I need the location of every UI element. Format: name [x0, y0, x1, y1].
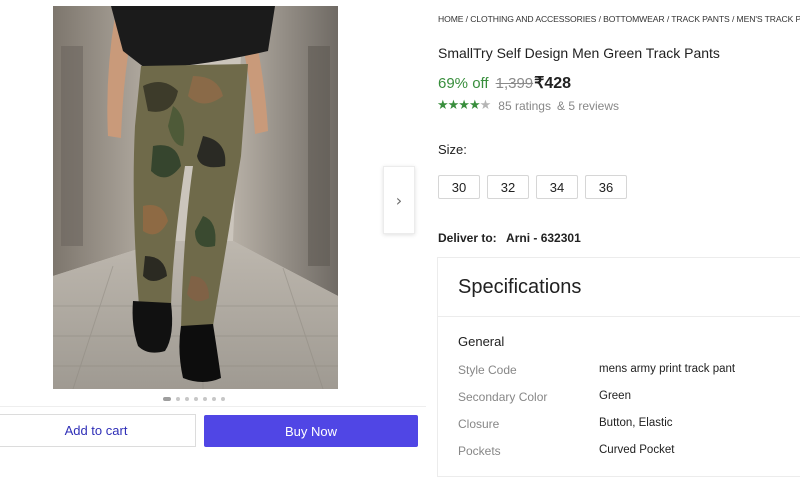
chevron-right-icon: ›	[395, 190, 403, 210]
rating-summary[interactable]: ★★★★★ 85 ratings & 5 reviews	[437, 98, 619, 113]
specifications-panel: Specifications General Style Code mens a…	[437, 257, 800, 477]
pagination-dot[interactable]	[212, 397, 216, 401]
deliver-to-label: Deliver to:	[438, 231, 497, 245]
spec-key: Closure	[458, 417, 500, 431]
size-option-34[interactable]: 34	[536, 175, 578, 199]
product-photo-illustration	[53, 6, 338, 389]
size-label: Size:	[438, 142, 467, 157]
next-image-button[interactable]: ›	[383, 166, 415, 234]
product-image[interactable]	[53, 6, 338, 389]
spec-value: Green	[599, 390, 631, 402]
product-title: SmallTry Self Design Men Green Track Pan…	[438, 45, 720, 61]
divider	[438, 316, 800, 317]
pagination-dot[interactable]	[163, 397, 171, 401]
star-rating-icon: ★★★★★	[437, 98, 491, 113]
delivery-pincode: Arni - 632301	[506, 231, 581, 245]
divider	[0, 406, 426, 407]
spec-key: Secondary Color	[458, 390, 548, 404]
specifications-title: Specifications	[458, 276, 582, 298]
spec-value: Button, Elastic	[599, 417, 673, 429]
buy-now-button[interactable]: Buy Now	[204, 415, 418, 447]
pagination-dot[interactable]	[185, 397, 189, 401]
spec-key: Pockets	[458, 444, 501, 458]
size-option-32[interactable]: 32	[487, 175, 529, 199]
ratings-count: 85 ratings	[498, 98, 551, 113]
discount-percent: 69% off	[438, 75, 489, 92]
price-row: 69% off 1,399 ₹428	[438, 73, 571, 93]
spec-value: Curved Pocket	[599, 444, 675, 456]
image-pagination-dots	[163, 397, 225, 401]
size-option-30[interactable]: 30	[438, 175, 480, 199]
pagination-dot[interactable]	[176, 397, 180, 401]
original-price: 1,399	[495, 75, 534, 92]
size-option-36[interactable]: 36	[585, 175, 627, 199]
spec-value: mens army print track pant	[599, 363, 736, 375]
pagination-dot[interactable]	[194, 397, 198, 401]
add-to-cart-button[interactable]: Add to cart	[0, 414, 196, 447]
size-options: 30 32 34 36	[438, 175, 627, 199]
spec-key: Style Code	[458, 363, 517, 377]
reviews-count: & 5 reviews	[556, 98, 620, 113]
delivery-location[interactable]: Deliver to: Arni - 632301	[438, 231, 581, 245]
spec-group-title: General	[458, 334, 505, 349]
breadcrumb[interactable]: HOME / CLOTHING AND ACCESSORIES / BOTTOM…	[438, 14, 800, 24]
pagination-dot[interactable]	[203, 397, 207, 401]
pagination-dot[interactable]	[221, 397, 225, 401]
selling-price: ₹428	[534, 75, 572, 92]
